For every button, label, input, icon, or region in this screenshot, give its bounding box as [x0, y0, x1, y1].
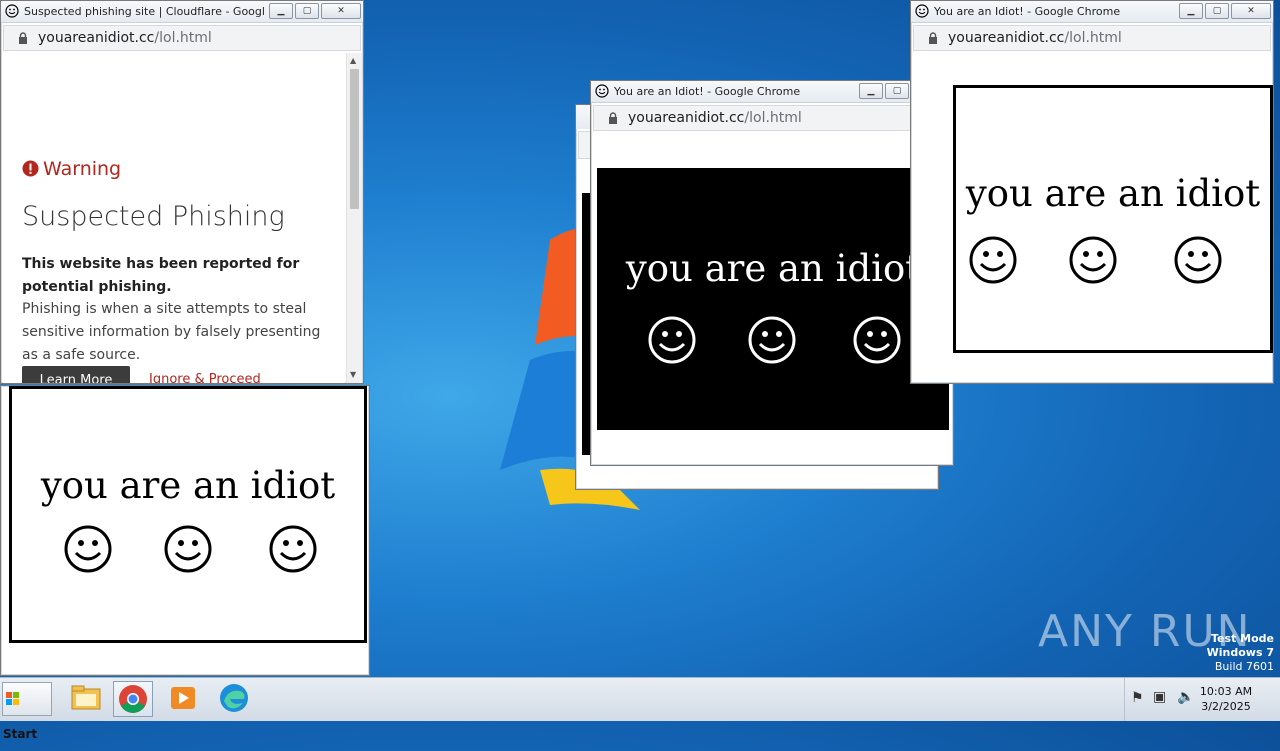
- smiley-favicon-icon: [595, 84, 609, 98]
- idiot-window-center[interactable]: You are an Idiot! - Google Chrome ▁ ▢ ✕ …: [590, 80, 954, 466]
- title-bar[interactable]: Suspected phishing site | Cloudflare - G…: [1, 1, 363, 23]
- idiot-frame: you are an idiot: [953, 85, 1273, 353]
- smiley-icon: [64, 525, 112, 573]
- smiley-icon: [648, 316, 696, 364]
- scroll-thumb[interactable]: [350, 69, 359, 209]
- smiley-favicon-icon: [5, 4, 19, 18]
- idiot-text: you are an idiot: [40, 464, 336, 507]
- smiley-icon: [164, 525, 212, 573]
- maximize-button[interactable]: ▢: [295, 3, 319, 19]
- warning-icon: [22, 160, 39, 177]
- window-title: You are an Idiot! - Google Chrome: [614, 85, 801, 98]
- window-title: You are an Idiot! - Google Chrome: [934, 5, 1121, 18]
- idiot-frame: you are an idiot: [9, 386, 367, 643]
- address-bar[interactable]: youareanidiot.cc/lol.html: [593, 105, 951, 131]
- url-text: youareanidiot.cc/lol.html: [628, 110, 802, 126]
- taskbar: Start ⚑ ▣ 🔈 10:03 AM 3/2/2025: [0, 677, 1280, 741]
- lock-icon: [19, 32, 27, 44]
- ignore-proceed-link[interactable]: Ignore & Proceed: [149, 372, 261, 383]
- maximize-button[interactable]: ▢: [885, 83, 909, 99]
- idiot-text: you are an idiot: [625, 247, 921, 290]
- page-heading: Suspected Phishing: [22, 201, 285, 232]
- idiot-window-right[interactable]: You are an Idiot! - Google Chrome ▁ ▢ ✕ …: [910, 0, 1274, 384]
- learn-more-button[interactable]: Learn More: [22, 366, 130, 383]
- volume-icon[interactable]: 🔈: [1177, 689, 1194, 705]
- scroll-up-arrow-icon[interactable]: ▲: [350, 56, 356, 65]
- idiot-window-bottom-left[interactable]: you are an idiot: [0, 385, 370, 676]
- lock-icon: [609, 112, 617, 124]
- minimize-button[interactable]: ▁: [1179, 3, 1203, 19]
- system-clock[interactable]: 10:03 AM 3/2/2025: [1196, 684, 1256, 714]
- maximize-button[interactable]: ▢: [1205, 3, 1229, 19]
- smiley-favicon-icon: [915, 4, 929, 18]
- title-bar[interactable]: You are an Idiot! - Google Chrome ▁ ▢ ✕: [591, 81, 953, 103]
- test-mode-notice: Test Mode Windows 7 Build 7601: [1206, 632, 1274, 673]
- url-text: youareanidiot.cc/lol.html: [948, 30, 1122, 46]
- title-bar[interactable]: You are an Idiot! - Google Chrome ▁ ▢ ✕: [911, 1, 1273, 23]
- network-icon[interactable]: ▣: [1153, 689, 1166, 705]
- phishing-warning-window[interactable]: Suspected phishing site | Cloudflare - G…: [0, 0, 364, 384]
- idiot-frame: you are an idiot: [597, 168, 949, 430]
- lock-icon: [929, 32, 937, 44]
- address-bar[interactable]: youareanidiot.cc/lol.html: [3, 25, 361, 51]
- media-player-icon[interactable]: [165, 681, 205, 717]
- windows-start-icon: [6, 692, 19, 705]
- close-button[interactable]: ✕: [1231, 3, 1271, 19]
- address-bar[interactable]: youareanidiot.cc/lol.html: [913, 25, 1271, 51]
- smiley-icon: [1069, 236, 1117, 284]
- warning-page: Warning Suspected Phishing This website …: [3, 53, 345, 383]
- scrollbar[interactable]: ▲ ▼: [346, 53, 362, 383]
- smiley-icon: [1174, 236, 1222, 284]
- action-center-flag-icon[interactable]: ⚑: [1131, 690, 1144, 706]
- warning-label: Warning: [43, 158, 122, 180]
- smiley-icon: [969, 236, 1017, 284]
- show-desktop-button[interactable]: [1262, 686, 1276, 712]
- smiley-icon: [269, 525, 317, 573]
- bold-description: This website has been reported for poten…: [22, 256, 300, 295]
- smiley-icon: [748, 316, 796, 364]
- minimize-button[interactable]: ▁: [269, 3, 293, 19]
- idiot-text: you are an idiot: [965, 172, 1261, 215]
- window-title: Suspected phishing site | Cloudflare - G…: [24, 5, 264, 18]
- edge-icon[interactable]: [216, 681, 256, 717]
- warning-label-row: Warning: [22, 157, 121, 181]
- chrome-icon[interactable]: [113, 681, 153, 717]
- start-button[interactable]: Start: [2, 682, 52, 741]
- description: Phishing is when a site attempts to stea…: [22, 301, 321, 363]
- close-button[interactable]: ✕: [321, 3, 361, 19]
- scroll-down-arrow-icon[interactable]: ▼: [350, 370, 356, 379]
- file-explorer-icon[interactable]: [68, 681, 108, 717]
- smiley-icon: [853, 316, 901, 364]
- url-text: youareanidiot.cc/lol.html: [38, 30, 212, 46]
- minimize-button[interactable]: ▁: [859, 83, 883, 99]
